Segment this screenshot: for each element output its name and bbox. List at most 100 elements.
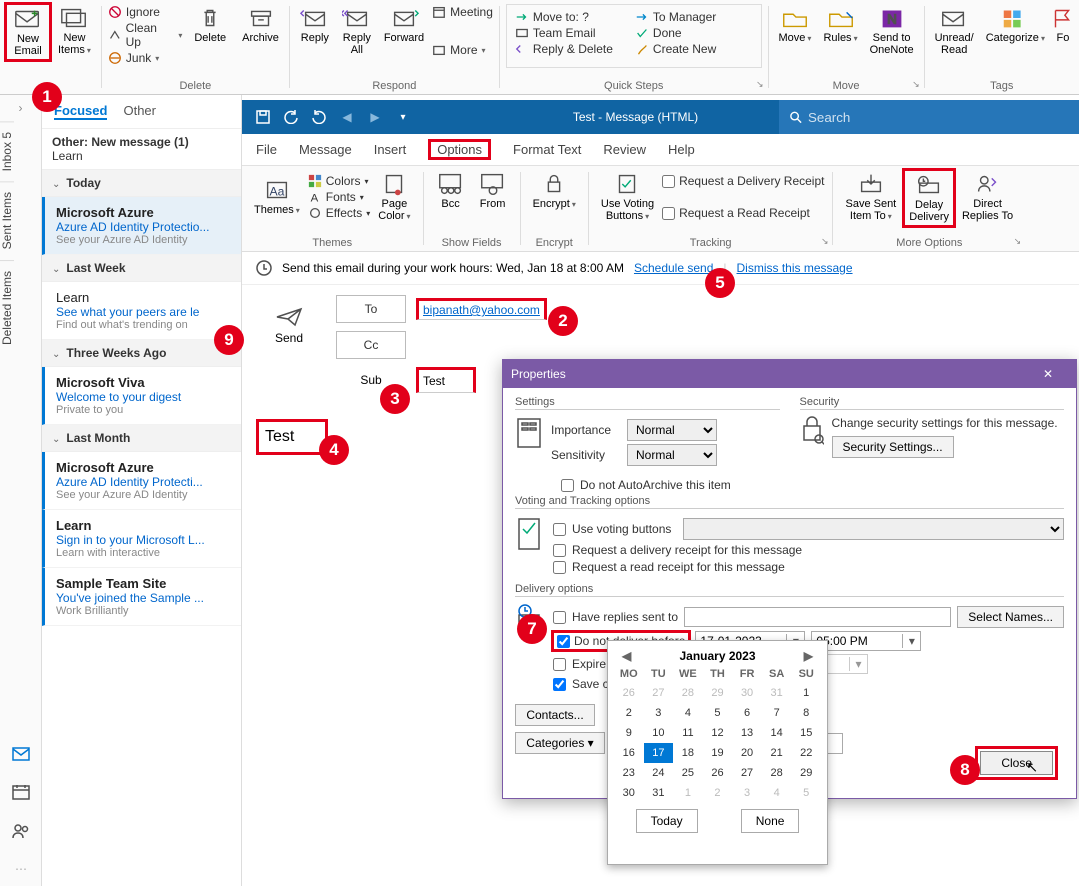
message-item[interactable]: LearnSign in to your Microsoft L...Learn…	[42, 510, 241, 568]
cal-day[interactable]: 13	[732, 723, 762, 743]
cal-day[interactable]: 15	[791, 723, 821, 743]
from-button[interactable]: From	[474, 170, 512, 212]
move-launcher[interactable]: ↘	[912, 79, 920, 90]
rules-button[interactable]: Rules	[819, 4, 861, 58]
fonts-button[interactable]: AFonts▾	[308, 189, 370, 205]
read-receipt-check[interactable]: Request a Read Receipt	[662, 204, 824, 222]
new-email-button[interactable]: New Email	[4, 2, 52, 62]
menu-options[interactable]: Options	[428, 139, 491, 160]
direct-replies-button[interactable]: Direct Replies To	[958, 170, 1017, 226]
cal-day[interactable]: 29	[791, 763, 821, 783]
close-button[interactable]: Close	[980, 751, 1053, 775]
cal-day[interactable]: 27	[644, 683, 674, 703]
menu-review[interactable]: Review	[603, 142, 646, 157]
qs-team-email[interactable]: Team Email	[515, 25, 613, 41]
delay-delivery-button[interactable]: Delay Delivery	[902, 168, 956, 228]
cal-day[interactable]: 23	[614, 763, 644, 783]
cal-day[interactable]: 3	[732, 783, 762, 803]
dismiss-link[interactable]: Dismiss this message	[737, 261, 853, 275]
qs-move-to[interactable]: Move to: ?	[515, 9, 613, 25]
rail-mail-icon[interactable]	[0, 737, 42, 774]
menu-format-text[interactable]: Format Text	[513, 142, 581, 157]
compose-search[interactable]	[779, 100, 1079, 134]
cal-day[interactable]: 12	[703, 723, 733, 743]
qat-save-icon[interactable]	[252, 106, 274, 128]
cal-day[interactable]: 17	[644, 743, 674, 763]
group-header[interactable]: Today	[42, 170, 241, 197]
cal-day[interactable]: 2	[703, 783, 733, 803]
onenote-button[interactable]: NSend to OneNote	[866, 4, 918, 58]
cal-day[interactable]: 16	[614, 743, 644, 763]
cal-day[interactable]: 5	[703, 703, 733, 723]
rail-inbox[interactable]: Inbox 5	[0, 121, 14, 181]
cal-day[interactable]: 1	[673, 783, 703, 803]
have-replies-input[interactable]	[684, 607, 951, 627]
use-voting-check[interactable]: Use voting buttons	[553, 518, 1064, 540]
qs-to-manager[interactable]: To Manager	[635, 9, 716, 25]
qat-undo-icon[interactable]	[280, 106, 302, 128]
cal-day[interactable]: 1	[791, 683, 821, 703]
forward-button[interactable]: Forward	[380, 4, 428, 58]
rail-more-icon[interactable]: ⋯	[0, 852, 42, 886]
cal-day[interactable]: 5	[791, 783, 821, 803]
message-item[interactable]: LearnSee what your peers are leFind out …	[42, 282, 241, 340]
menu-help[interactable]: Help	[668, 142, 695, 157]
group-header[interactable]: Last Week	[42, 255, 241, 282]
qs-create-new[interactable]: Create New	[635, 41, 716, 57]
cal-day[interactable]: 20	[732, 743, 762, 763]
reply-all-button[interactable]: Reply All	[338, 4, 376, 58]
quick-steps-launcher[interactable]: ↘	[756, 79, 764, 90]
move-button[interactable]: Move	[775, 4, 816, 58]
cal-day[interactable]: 29	[703, 683, 733, 703]
tracking-launcher[interactable]: ↘	[821, 236, 829, 247]
cal-day[interactable]: 3	[644, 703, 674, 723]
cal-day[interactable]: 30	[614, 783, 644, 803]
delete-button[interactable]: Delete	[190, 4, 230, 66]
select-names-button[interactable]: Select Names...	[957, 606, 1064, 628]
body-text[interactable]: Test	[256, 419, 328, 455]
send-button[interactable]: Send	[256, 295, 322, 357]
cal-day[interactable]: 18	[673, 743, 703, 763]
archive-button[interactable]: Archive	[238, 4, 283, 66]
cal-day[interactable]: 31	[644, 783, 674, 803]
cal-day[interactable]: 24	[644, 763, 674, 783]
unread-button[interactable]: Unread/ Read	[931, 4, 978, 58]
save-item-to-button[interactable]: Save Sent Item To	[841, 170, 900, 226]
bcc-button[interactable]: Bcc	[432, 170, 470, 212]
qat-redo-icon[interactable]	[308, 106, 330, 128]
menu-message[interactable]: Message	[299, 142, 352, 157]
message-item[interactable]: Sample Team SiteYou've joined the Sample…	[42, 568, 241, 626]
menu-file[interactable]: File	[256, 142, 277, 157]
cal-today[interactable]: Today	[636, 809, 698, 833]
followup-button[interactable]: Fo	[1053, 4, 1073, 58]
subject-field[interactable]: Test	[416, 367, 476, 393]
cal-day[interactable]: 4	[673, 703, 703, 723]
cal-day[interactable]: 25	[673, 763, 703, 783]
cal-day[interactable]: 14	[762, 723, 792, 743]
new-items-button[interactable]: New Items	[54, 4, 95, 60]
do-not-deliver-check[interactable]	[557, 635, 570, 648]
rail-deleted[interactable]: Deleted Items	[0, 260, 14, 355]
security-settings-button[interactable]: Security Settings...	[832, 436, 954, 458]
cal-day[interactable]: 26	[614, 683, 644, 703]
cleanup-button[interactable]: Clean Up▾	[108, 20, 182, 50]
reply-button[interactable]: Reply	[296, 4, 334, 58]
voting-delivery-check[interactable]: Request a delivery receipt for this mess…	[553, 543, 1064, 557]
importance-select[interactable]: Normal	[627, 419, 717, 441]
cal-day[interactable]: 9	[614, 723, 644, 743]
cal-day[interactable]: 11	[673, 723, 703, 743]
cal-day[interactable]: 8	[791, 703, 821, 723]
qat-next-icon[interactable]: ▶	[364, 106, 386, 128]
autoarchive-check[interactable]: Do not AutoArchive this item	[561, 478, 1064, 492]
cal-day[interactable]: 26	[703, 763, 733, 783]
voting-button[interactable]: Use Voting Buttons	[597, 170, 658, 224]
cal-day[interactable]: 28	[762, 763, 792, 783]
cal-day[interactable]: 22	[791, 743, 821, 763]
tab-focused[interactable]: Focused	[54, 103, 107, 120]
cal-next[interactable]: ▶	[800, 649, 817, 663]
rail-calendar-icon[interactable]	[0, 774, 42, 813]
cal-prev[interactable]: ◀	[618, 649, 635, 663]
cal-day[interactable]: 2	[614, 703, 644, 723]
voting-select[interactable]	[683, 518, 1064, 540]
to-field[interactable]: bipanath@yahoo.com	[416, 298, 547, 320]
